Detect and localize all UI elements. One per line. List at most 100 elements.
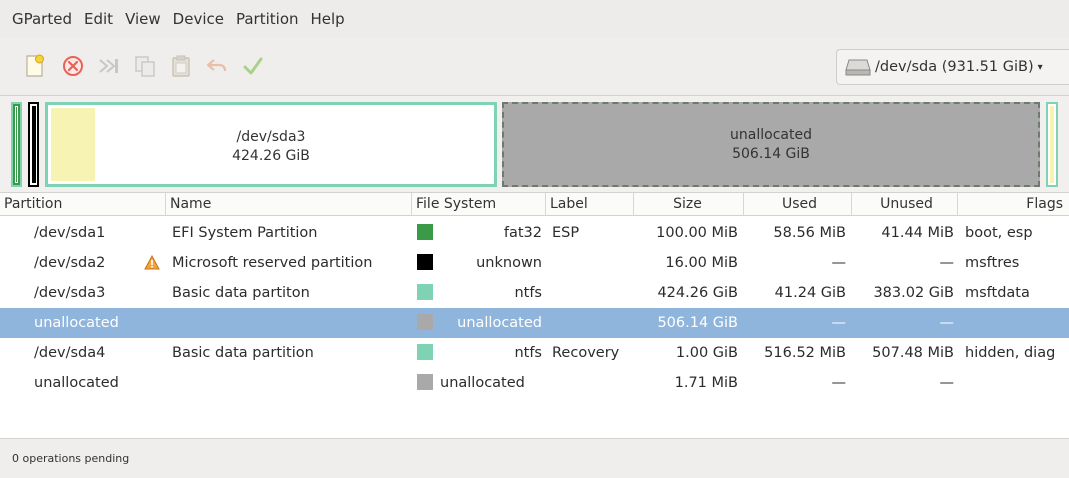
menu-edit[interactable]: Edit xyxy=(78,0,119,38)
diskmap-segment-sda1[interactable] xyxy=(11,102,22,187)
menu-gparted[interactable]: GParted xyxy=(6,0,78,38)
toolbar: /dev/sda (931.51 GiB) ▾ xyxy=(0,38,1069,96)
table-row[interactable]: unallocated unallocated 1.71 MiB — — xyxy=(0,368,1069,398)
cell-unused: 507.48 MiB xyxy=(872,345,954,361)
cell-unused: — xyxy=(939,255,955,271)
cell-flags: msftres xyxy=(965,255,1020,271)
cell-flags: boot, esp xyxy=(965,225,1033,241)
apply-icon xyxy=(243,57,263,75)
cell-name: Basic data partition xyxy=(172,345,314,361)
column-used[interactable]: Used xyxy=(744,193,852,216)
column-label[interactable]: Label xyxy=(546,193,634,216)
cell-used: — xyxy=(831,375,847,391)
table-row[interactable]: /dev/sda3 Basic data partiton ntfs 424.2… xyxy=(0,278,1069,308)
cell-name: Microsoft reserved partition xyxy=(172,255,373,271)
cell-size: 424.26 GiB xyxy=(657,285,738,301)
cell-partition: /dev/sda3 xyxy=(34,285,106,301)
diskmap-unallocated-size: 506.14 GiB xyxy=(732,146,810,162)
cell-name: Basic data partiton xyxy=(172,285,310,301)
cell-unused: — xyxy=(939,315,955,331)
cell-file-system: fat32 xyxy=(503,225,542,241)
paste-button[interactable] xyxy=(168,53,194,79)
copy-icon xyxy=(135,56,155,77)
undo-button[interactable] xyxy=(204,53,230,79)
cell-file-system: ntfs xyxy=(514,345,542,361)
apply-button[interactable] xyxy=(240,53,266,79)
diskmap-segment-sda3[interactable]: /dev/sda3 424.26 GiB xyxy=(45,102,497,187)
table-row[interactable]: /dev/sda1 EFI System Partition fat32 ESP… xyxy=(0,218,1069,248)
cell-size: 100.00 MiB xyxy=(656,225,738,241)
warning-icon xyxy=(144,255,160,270)
partition-table: Partition Name File System Label Size Us… xyxy=(0,192,1069,438)
column-unused[interactable]: Unused xyxy=(852,193,958,216)
cell-flags: msftdata xyxy=(965,285,1030,301)
resize-move-icon xyxy=(99,59,118,73)
new-partition-button[interactable] xyxy=(22,53,48,79)
device-selector-label: /dev/sda (931.51 GiB) xyxy=(875,59,1034,75)
table-row-selected[interactable]: unallocated unallocated 506.14 GiB — — xyxy=(0,308,1069,338)
cell-file-system: ntfs xyxy=(514,285,542,301)
cell-label: ESP xyxy=(552,225,580,241)
copy-button[interactable] xyxy=(132,53,158,79)
column-file-system[interactable]: File System xyxy=(412,193,546,216)
cell-file-system: unallocated xyxy=(440,375,525,391)
undo-icon xyxy=(206,59,227,72)
fs-color-swatch xyxy=(417,314,433,330)
status-bar: 0 operations pending xyxy=(0,438,1069,478)
cell-size: 16.00 MiB xyxy=(665,255,738,271)
fs-color-swatch xyxy=(417,374,433,390)
column-partition[interactable]: Partition xyxy=(0,193,166,216)
fs-color-swatch xyxy=(417,224,433,240)
menu-device[interactable]: Device xyxy=(167,0,230,38)
operations-pending-status: 0 operations pending xyxy=(12,452,130,465)
cell-unused: — xyxy=(939,375,955,391)
table-header: Partition Name File System Label Size Us… xyxy=(0,193,1069,216)
cell-label: Recovery xyxy=(552,345,620,361)
diskmap-unallocated-name: unallocated xyxy=(730,127,812,143)
cell-size: 506.14 GiB xyxy=(657,315,738,331)
cell-used: 516.52 MiB xyxy=(764,345,846,361)
cell-used: 41.24 GiB xyxy=(774,285,846,301)
table-row[interactable]: /dev/sda4 Basic data partition ntfs Reco… xyxy=(0,338,1069,368)
column-size[interactable]: Size xyxy=(634,193,744,216)
chevron-down-icon: ▾ xyxy=(1037,61,1043,73)
cell-name: EFI System Partition xyxy=(172,225,318,241)
table-row[interactable]: /dev/sda2 Microsoft reserved partition u… xyxy=(0,248,1069,278)
diskmap-segment-sda2[interactable] xyxy=(28,102,39,187)
cell-unused: 41.44 MiB xyxy=(881,225,954,241)
menu-partition[interactable]: Partition xyxy=(230,0,305,38)
cell-file-system: unknown xyxy=(476,255,542,271)
cell-partition: unallocated xyxy=(34,315,119,331)
fs-color-swatch xyxy=(417,344,433,360)
cell-used: — xyxy=(831,255,847,271)
cell-size: 1.00 GiB xyxy=(675,345,738,361)
menubar: GParted Edit View Device Partition Help xyxy=(0,0,1069,38)
cell-size: 1.71 MiB xyxy=(674,375,738,391)
cell-used: — xyxy=(831,315,847,331)
column-flags[interactable]: Flags xyxy=(958,193,1069,216)
diskmap-segment-sda4[interactable] xyxy=(1046,102,1058,187)
cell-used: 58.56 MiB xyxy=(773,225,846,241)
diskmap-sda3-name: /dev/sda3 xyxy=(236,129,306,145)
menu-view[interactable]: View xyxy=(119,0,167,38)
new-partition-icon xyxy=(26,54,44,77)
delete-icon xyxy=(63,56,83,76)
delete-button[interactable] xyxy=(60,53,86,79)
resize-move-button[interactable] xyxy=(96,53,122,79)
hard-drive-icon xyxy=(845,59,871,76)
cell-partition: /dev/sda2 xyxy=(34,255,106,271)
cell-flags: hidden, diag xyxy=(965,345,1056,361)
device-selector[interactable]: /dev/sda (931.51 GiB) ▾ xyxy=(836,49,1069,85)
cell-unused: 383.02 GiB xyxy=(873,285,954,301)
fs-color-swatch xyxy=(417,254,433,270)
diskmap-segment-unallocated[interactable]: unallocated 506.14 GiB xyxy=(502,102,1040,187)
diskmap-sda3-size: 424.26 GiB xyxy=(232,148,310,164)
cell-partition: /dev/sda1 xyxy=(34,225,106,241)
cell-file-system: unallocated xyxy=(457,315,542,331)
column-name[interactable]: Name xyxy=(166,193,412,216)
menu-help[interactable]: Help xyxy=(305,0,351,38)
paste-icon xyxy=(172,55,190,77)
fs-color-swatch xyxy=(417,284,433,300)
disk-map: /dev/sda3 424.26 GiB unallocated 506.14 … xyxy=(0,96,1069,192)
cell-partition: /dev/sda4 xyxy=(34,345,106,361)
